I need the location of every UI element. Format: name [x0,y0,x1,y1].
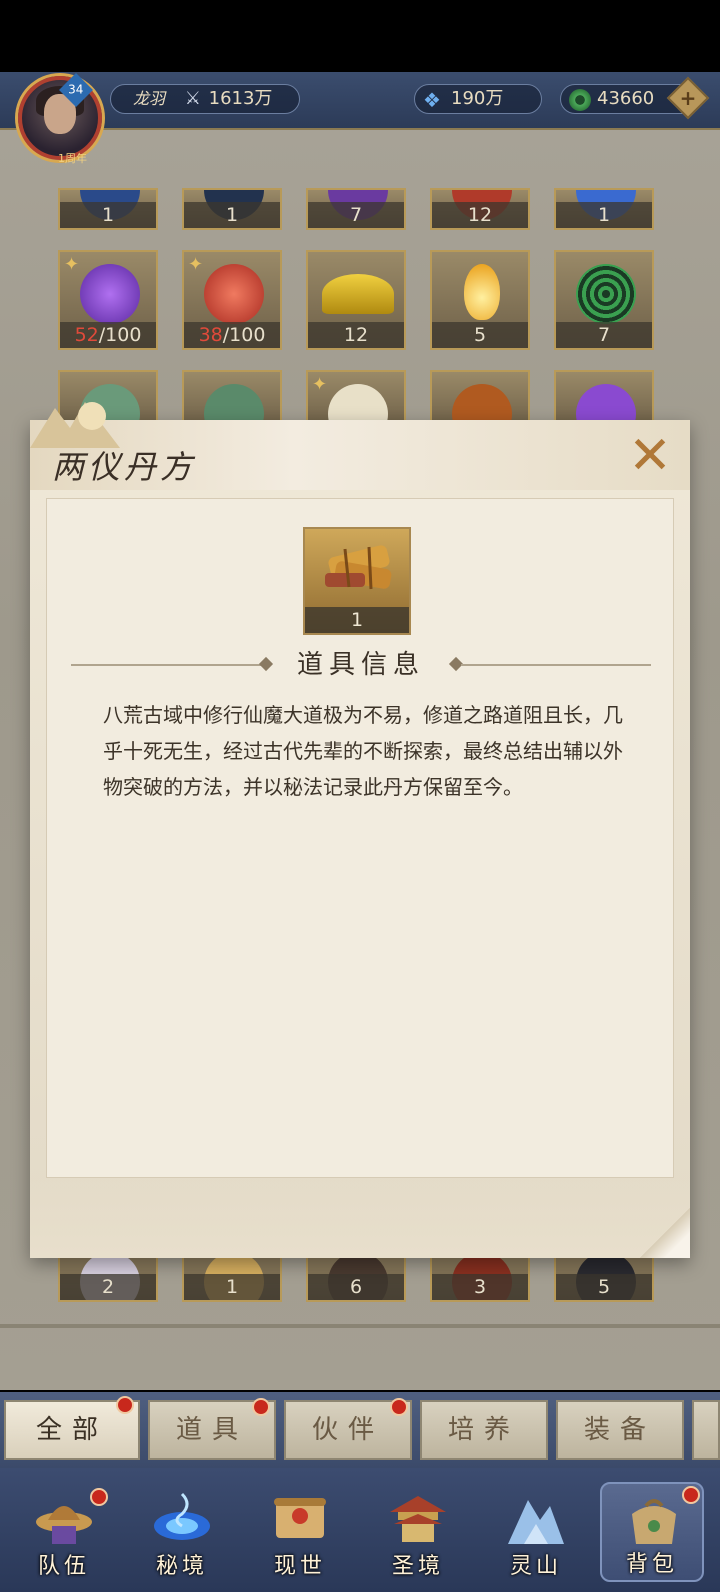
item-count: 1 [60,202,156,228]
jade-amount: 43660 [597,88,655,109]
inventory-slot[interactable]: 12 [430,188,530,230]
item-image [464,264,500,320]
nav-present-world[interactable]: 现世 [248,1482,352,1582]
notification-dot [116,1396,134,1414]
palace-icon [390,1496,446,1542]
inventory-slot[interactable]: ✦ 38/100 [182,250,282,350]
inventory-slot[interactable]: 5 [430,250,530,350]
backpack-icon [632,1499,676,1544]
item-need: /100 [222,324,266,346]
tab-label: 道具 [175,1415,248,1445]
dialog-title: 两仪丹方 [52,448,197,486]
item-image [204,264,264,324]
nav-label: 灵山 [509,1554,562,1579]
tab-equipment[interactable]: 装备 [556,1400,684,1460]
nav-label: 圣境 [391,1554,444,1579]
gem-icon: ❖ [423,88,441,112]
status-bar [0,0,720,72]
nav-label: 队伍 [37,1554,90,1579]
tab-more[interactable] [692,1400,720,1460]
item-count: 6 [308,1274,404,1300]
fragment-star-icon: ✦ [188,254,204,275]
player-name: 龙羽 [133,89,166,108]
item-count: 7 [308,202,404,228]
tab-label: 装备 [583,1415,656,1445]
item-count: 1 [305,607,409,633]
page-curl-decoration [640,1208,690,1258]
inventory-slot[interactable]: 1 [554,188,654,230]
inventory-slot[interactable]: 1 [182,188,282,230]
inventory-slot[interactable]: ✦ 52/100 [58,250,158,350]
dialog-footer [30,1178,690,1258]
nav-spirit-mountain[interactable]: 灵山 [484,1482,588,1582]
inventory-slot[interactable]: 1 [58,188,158,230]
item-count: 1 [184,1274,280,1300]
item-count: 2 [60,1274,156,1300]
section-header: 道具信息 [71,647,651,683]
bottom-navigation: 队伍 秘境 现世 圣境 灵山 背包 [0,1468,720,1592]
vortex-icon [154,1492,210,1540]
level-badge-text: 34 [68,83,84,97]
item-icon-box: 1 [303,527,411,635]
item-count: 12 [308,322,404,348]
item-count: 1 [184,202,280,228]
notification-dot [90,1488,108,1506]
item-count: 5 [556,1274,652,1300]
notification-dot [390,1398,408,1416]
team-hat-icon [36,1506,92,1544]
mountain-icon [508,1500,564,1544]
category-tabs: 全部 道具 伙伴 培养 装备 [0,1392,720,1468]
item-count: 1 [556,202,652,228]
item-count: 3 [432,1274,528,1300]
nav-backpack[interactable]: 背包 [600,1482,704,1582]
dialog-content: 1 道具信息 八荒古域中修行仙魔大道极为不易，修道之路道阻且长，几乎十死无生，经… [46,498,674,1178]
item-description: 八荒古域中修行仙魔大道极为不易，修道之路道阻且长，几乎十死无生，经过古代先辈的不… [103,703,623,799]
inventory-slot[interactable]: 12 [306,250,406,350]
player-info-pill[interactable]: 龙羽 ⚔ 1613万 [110,84,300,114]
tab-label: 伙伴 [311,1415,384,1445]
scroll-bundle-icon [325,545,392,590]
item-count: 52/100 [60,322,156,348]
item-count: 5 [432,322,528,348]
item-count: 7 [556,322,652,348]
item-have: 52 [74,324,99,346]
nav-label: 秘境 [155,1554,208,1579]
nav-label: 现世 [273,1554,326,1579]
divider [0,1324,720,1328]
combat-power-icon: ⚔ [184,88,201,109]
nav-team[interactable]: 队伍 [12,1482,116,1582]
item-count: 12 [432,202,528,228]
combat-power: 1613万 [208,88,273,109]
item-need: /100 [98,324,142,346]
fragment-star-icon: ✦ [64,254,80,275]
notification-dot [682,1486,700,1504]
item-have: 38 [198,324,223,346]
anniversary-tag: 1周年 [58,152,87,165]
tab-training[interactable]: 培养 [420,1400,548,1460]
gem-currency[interactable]: ❖ 190万 [414,84,542,114]
item-image [80,264,140,324]
notification-dot [252,1398,270,1416]
gem-amount: 190万 [451,88,504,109]
jade-coin-icon [569,89,591,111]
tab-label: 全部 [35,1415,108,1445]
scroll-map-icon [274,1498,326,1538]
item-count: 38/100 [184,322,280,348]
item-detail-dialog: 两仪丹方 ✕ 1 道具信息 八荒古域中修行仙魔大道极为不易，修道之路道阻且长，几… [30,402,690,1258]
item-image [322,274,394,314]
jade-currency[interactable]: 43660 + [560,76,710,120]
mountain-decoration-icon [30,402,120,448]
inventory-slot[interactable]: 7 [306,188,406,230]
nav-secret-realm[interactable]: 秘境 [130,1482,234,1582]
inventory-slot[interactable]: 7 [554,250,654,350]
close-button[interactable]: ✕ [626,430,674,482]
fragment-star-icon: ✦ [312,374,328,395]
nav-label: 背包 [625,1552,678,1577]
nav-holy-realm[interactable]: 圣境 [366,1482,470,1582]
item-image [576,264,636,324]
divider [461,664,651,666]
tab-label: 培养 [447,1415,520,1445]
